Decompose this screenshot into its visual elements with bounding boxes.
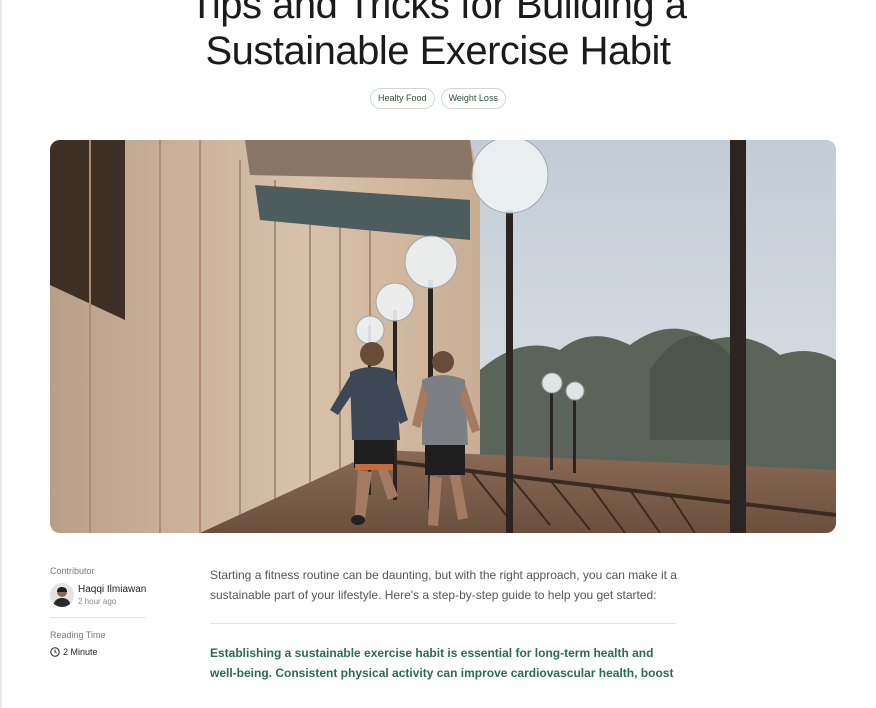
- reading-time-label: Reading Time: [50, 630, 106, 640]
- reading-time: 2 Minute: [50, 647, 150, 657]
- tag-healty-food[interactable]: Healty Food: [370, 88, 435, 109]
- article-meta: Contributor Haqqi Ilmiawan 2 hour ago Re…: [50, 566, 150, 657]
- avatar[interactable]: [50, 583, 74, 607]
- author-timestamp: 2 hour ago: [78, 596, 117, 606]
- tag-weight-loss[interactable]: Weight Loss: [440, 88, 506, 109]
- article-highlight: Establishing a sustainable exercise habi…: [210, 646, 674, 680]
- content-divider: [210, 623, 676, 624]
- contributor-label: Contributor: [50, 566, 95, 576]
- article-title-line-1: Tips and Tricks for Building a: [189, 0, 687, 27]
- clock-icon: [50, 647, 60, 657]
- author-name[interactable]: Haqqi Ilmiawan: [78, 584, 146, 596]
- article-intro: Starting a fitness routine can be daunti…: [210, 568, 677, 602]
- meta-divider: [50, 617, 146, 618]
- article-tags: Healty Food Weight Loss: [0, 88, 876, 109]
- avatar-image: [50, 583, 74, 607]
- hero-image: [50, 140, 836, 533]
- article-title-line-2: Sustainable Exercise Habit: [205, 29, 671, 73]
- author-block[interactable]: Haqqi Ilmiawan 2 hour ago: [50, 583, 150, 607]
- hero-photo-runners: [50, 140, 836, 533]
- article-title: Tips and Tricks for Building a Sustainab…: [0, 0, 876, 74]
- reading-time-value: 2 Minute: [63, 647, 98, 657]
- article-body: Starting a fitness routine can be daunti…: [210, 566, 680, 683]
